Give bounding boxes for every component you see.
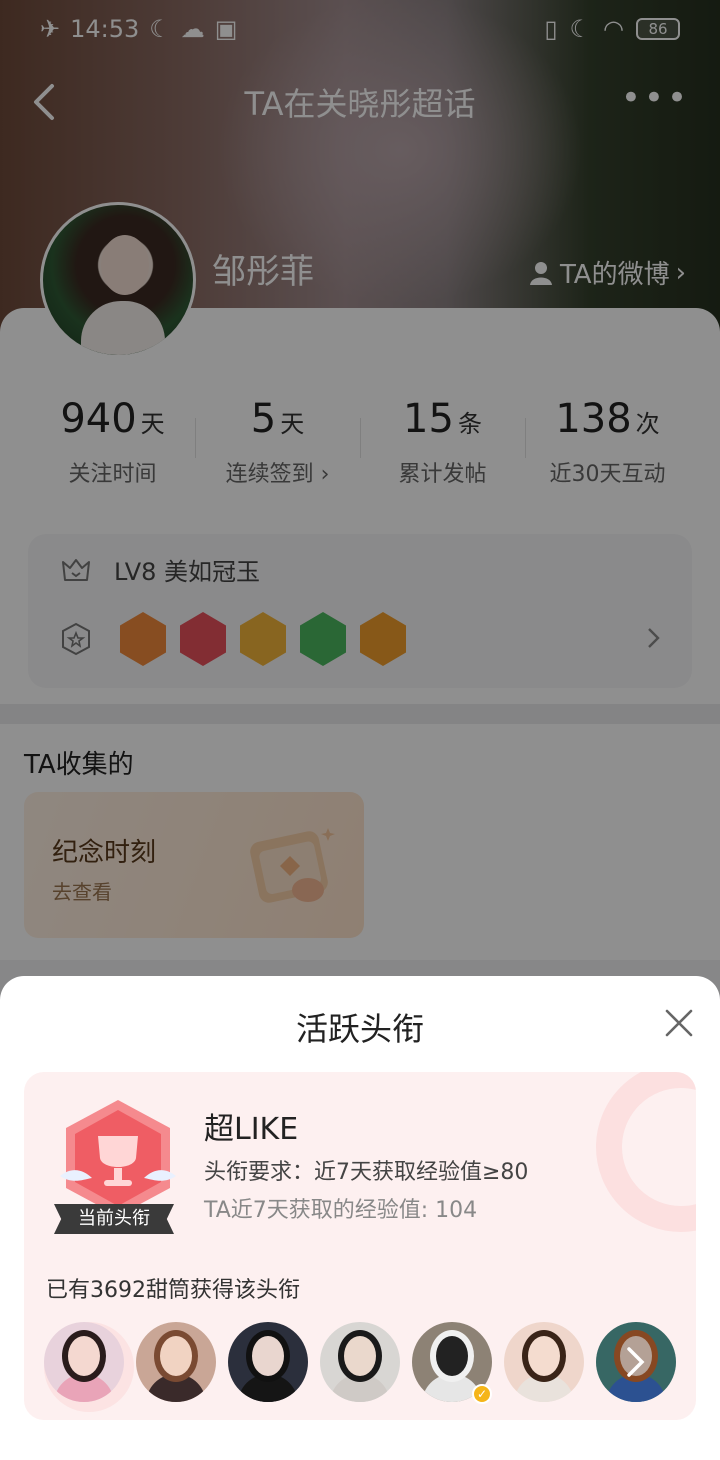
user-experience: TA近7天获取的经验值: 104 [204, 1198, 478, 1223]
verified-badge-icon: ✓ [472, 1384, 492, 1404]
badge-name: 超LIKE [204, 1112, 299, 1147]
holder-avatar[interactable] [136, 1322, 216, 1402]
badge-requirement: 头衔要求：近7天获取经验值≥80 [204, 1160, 529, 1185]
holder-avatar[interactable]: ✓ [412, 1322, 492, 1404]
sheet-title: 活跃头衔 [295, 1010, 424, 1048]
chevron-right-icon[interactable] [596, 1322, 676, 1402]
close-icon[interactable] [664, 1008, 694, 1038]
active-title-sheet: 活跃头衔 当前头衔 超LIKE 头衔要求：近7天获取经验值≥80 TA近7天获取… [0, 976, 720, 1460]
holder-avatar[interactable] [228, 1322, 308, 1402]
holder-avatar[interactable] [44, 1322, 124, 1402]
holder-avatar-list: ✓ [44, 1322, 676, 1404]
holder-avatar[interactable] [504, 1322, 584, 1402]
more-holders-avatar[interactable] [596, 1322, 676, 1402]
holders-count: 已有3692甜筒获得该头衔 [46, 1278, 300, 1303]
title-detail-card: 当前头衔 超LIKE 头衔要求：近7天获取经验值≥80 TA近7天获取的经验值:… [24, 1072, 696, 1420]
current-title-label: 当前头衔 [54, 1204, 174, 1234]
holder-avatar[interactable] [320, 1322, 400, 1402]
